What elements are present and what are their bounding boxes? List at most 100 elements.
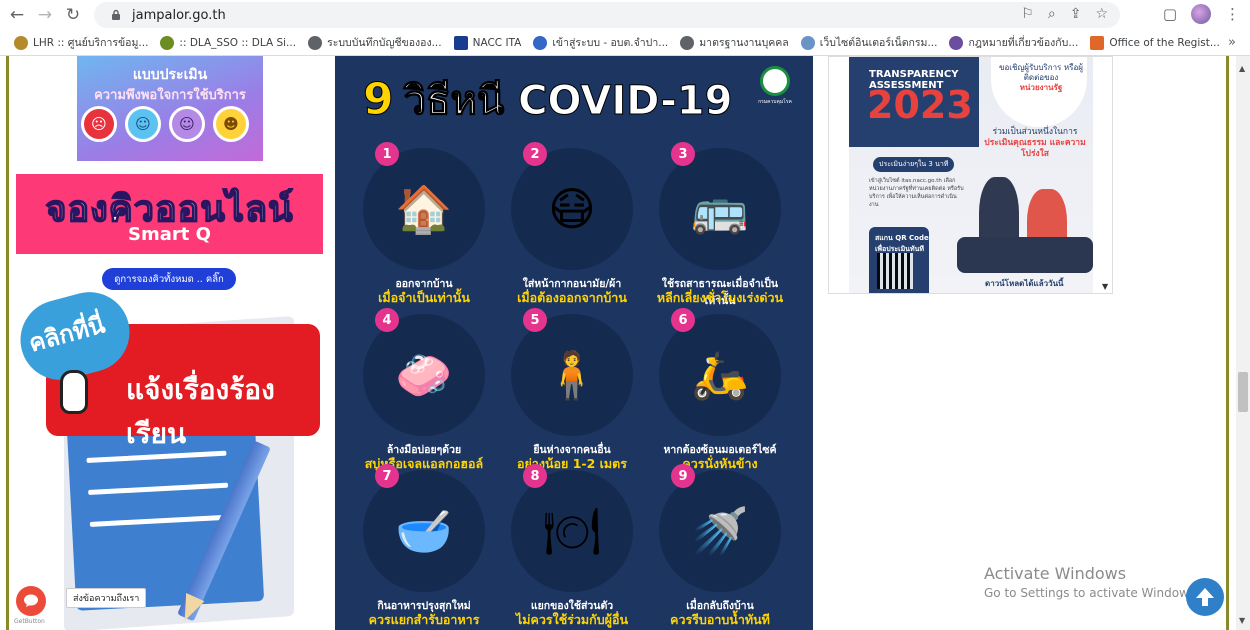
- covid-tip: 🧼 4 ล้างมือบ่อยๆด้วย สบู่หรือเจลแอลกอฮอล…: [351, 302, 497, 471]
- bookmark-item[interactable]: NACC ITA: [453, 35, 522, 50]
- forward-icon[interactable]: →: [34, 4, 56, 26]
- sidepanel-icon[interactable]: ▢: [1163, 5, 1177, 23]
- bowl-icon: 🥣: [363, 470, 485, 592]
- zoom-icon[interactable]: ⌕: [1048, 6, 1056, 22]
- ita-instructions: เข้าสู่เว็บไซต์ itas.nacc.go.th เลือกหน่…: [869, 178, 964, 208]
- bookmark-favicon-icon: [533, 35, 548, 50]
- bookmark-favicon-icon: [1090, 35, 1105, 50]
- bookmark-label: เข้าสู่ระบบ - อบต.จำปา...: [552, 37, 669, 49]
- ddc-logo: กรมควบคุมโรค: [755, 66, 795, 116]
- smile-face-icon: ☺: [169, 106, 205, 142]
- activate-windows-title: Activate Windows: [984, 564, 1127, 583]
- covid-tip: 🍽 8 แยกของใช้ส่วนตัว ไม่ควรใช้ร่วมกับผู้…: [499, 458, 645, 627]
- ita-dropdown-arrow-icon[interactable]: ▼: [1102, 282, 1108, 291]
- covid-tip: 😷 2 ใส่หน้ากากอนามัย/ผ้า เมื่อต้องออกจาก…: [499, 136, 645, 305]
- tip-number: 1: [375, 142, 399, 166]
- covid-tip: 🛵 6 หากต้องซ้อนมอเตอร์ไซค์ ควรนั่งหันข้า…: [647, 302, 793, 471]
- chat-button[interactable]: [16, 586, 46, 616]
- ddc-emblem-icon: [760, 66, 790, 96]
- shower-icon: 🚿: [659, 470, 781, 592]
- bookmark-item[interactable]: ระบบบันทึกบัญชีขององ...: [308, 34, 442, 51]
- address-bar[interactable]: jampalor.go.th ⚐ ⌕ ⇪ ☆: [94, 2, 1120, 28]
- scrollbar-thumb[interactable]: [1238, 372, 1248, 412]
- bookmark-label: กฎหมายที่เกี่ยวข้องกับ...: [968, 37, 1079, 49]
- happy-face-icon: ☻: [213, 106, 249, 142]
- bookmarks-bar: LHR :: ศูนย์บริการข้อมู... :: DLA_SSO ::…: [0, 30, 1250, 56]
- covid-poster: 9 วิธีหนี COVID-19 กรมควบคุมโรค 🏠 1 ออกจ…: [335, 56, 813, 630]
- bookmark-item[interactable]: LHR :: ศูนย์บริการข้อมู...: [14, 34, 148, 51]
- bookmark-item[interactable]: :: DLA_SSO :: DLA Si...: [160, 35, 297, 50]
- bookmark-item[interactable]: เข้าสู่ระบบ - อบต.จำปา...: [533, 34, 668, 51]
- chat-label[interactable]: ส่งข้อความถึงเรา: [66, 588, 147, 608]
- covid-tip: 🚌 3 ใช้รถสาธารณะเมื่อจำเป็นเท่านั้น หลีก…: [647, 136, 793, 307]
- complaint-banner[interactable]: แจ้งเรื่องร้องเรียน คลิกที่นี่: [11, 283, 330, 630]
- satisfaction-survey-banner[interactable]: แบบประเมิน ความพึงพอใจการใช้บริการ ☹ ☺ ☺…: [77, 56, 263, 161]
- page-viewport: แบบประเมิน ความพึงพอใจการใช้บริการ ☹ ☺ ☺…: [0, 56, 1250, 630]
- ita-download-text: ดาวน์โหลดได้แล้ววันนี้: [985, 279, 1064, 288]
- ita-poster: TRANSPARENCY ASSESSMENT 2023 ขอเชิญผู้รั…: [849, 57, 1093, 293]
- utensils-icon: 🍽: [511, 470, 633, 592]
- ita-join-text: ร่วมเป็นส่วนหนึ่งในการ: [992, 127, 1078, 137]
- bookmark-label: มาตรฐานงานบุคคล: [699, 37, 789, 49]
- scroll-up-arrow-icon[interactable]: ▲: [1239, 64, 1245, 73]
- bus-icon: 🚌: [659, 148, 781, 270]
- back-to-top-button[interactable]: [1186, 578, 1224, 616]
- smart-q-banner[interactable]: จองคิวออนไลน์ Smart Q: [16, 174, 323, 254]
- bookmark-label: ระบบบันทึกบัญชีขององ...: [327, 37, 442, 49]
- ita-invite-highlight: หน่วยงานรัฐ: [1019, 83, 1063, 92]
- page-scrollbar[interactable]: ▲ ▼: [1236, 56, 1250, 630]
- ita-year: 2023: [867, 83, 973, 127]
- survey-subtitle: ความพึงพอใจการใช้บริการ: [94, 88, 246, 103]
- ita-2023-panel[interactable]: TRANSPARENCY ASSESSMENT 2023 ขอเชิญผู้รั…: [828, 56, 1113, 294]
- url-text[interactable]: jampalor.go.th: [132, 8, 226, 23]
- person-distance-icon: 🧍: [511, 314, 633, 436]
- bookmark-label: :: DLA_SSO :: DLA Si...: [179, 36, 297, 49]
- bookmark-star-icon[interactable]: ☆: [1095, 6, 1108, 22]
- covid-tip: 🧍 5 ยืนห่างจากคนอื่น อย่างน้อย 1-2 เมตร: [499, 302, 645, 471]
- covid-tip: 🏠 1 ออกจากบ้าน เมื่อจำเป็นเท่านั้น: [351, 136, 497, 305]
- share-icon[interactable]: ⇪: [1070, 6, 1082, 22]
- back-icon[interactable]: ←: [6, 4, 28, 26]
- angry-face-icon: ☹: [81, 106, 117, 142]
- tip-number: 6: [671, 308, 695, 332]
- reload-icon[interactable]: ↻: [62, 4, 84, 26]
- bookmark-item[interactable]: เว็บไซต์อินเตอร์เน็ตกรม...: [800, 34, 937, 51]
- menu-kebab-icon[interactable]: ⋮: [1225, 5, 1240, 23]
- house-icon: 🏠: [363, 148, 485, 270]
- ita-join: ร่วมเป็นส่วนหนึ่งในการ ประเมินคุณธรรม แล…: [979, 127, 1091, 160]
- document-line: [89, 514, 230, 527]
- bookmark-favicon-icon: [949, 35, 964, 50]
- getbutton-credit[interactable]: GetButton: [14, 618, 45, 625]
- tip-number: 5: [523, 308, 547, 332]
- tip-line2: ควรรีบอาบน้ำทันที: [670, 612, 770, 627]
- browser-toolbar: ← → ↻ jampalor.go.th ⚐ ⌕ ⇪ ☆ ▢ ⋮: [0, 0, 1250, 30]
- bookmark-favicon-icon: [800, 35, 815, 50]
- page-border-left: [6, 56, 9, 630]
- scooter-icon: 🛵: [659, 314, 781, 436]
- poster-title: 9 วิธีหนี COVID-19: [363, 68, 733, 132]
- tip-line2: ไม่ควรใช้ร่วมกับผู้อื่น: [515, 612, 629, 627]
- ita-invite-text: ขอเชิญผู้รับบริการ หรือผู้ติดต่อของ: [999, 63, 1083, 82]
- survey-title: แบบประเมิน: [132, 67, 208, 83]
- complaint-label: แจ้งเรื่องร้องเรียน: [126, 373, 275, 450]
- bookmark-item[interactable]: มาตรฐานงานบุคคล: [680, 34, 789, 51]
- tip-number: 2: [523, 142, 547, 166]
- tip-line2: ควรแยกสำรับอาหาร: [368, 612, 480, 627]
- translate-icon[interactable]: ⚐: [1021, 6, 1034, 22]
- lock-icon[interactable]: [110, 9, 122, 21]
- ita-header: TRANSPARENCY ASSESSMENT 2023: [849, 57, 979, 147]
- tip-number: 9: [671, 464, 695, 488]
- view-all-queues-button[interactable]: ดูการจองคิวทั้งหมด .. คลิ๊ก: [102, 268, 236, 290]
- bookmarks-overflow-icon[interactable]: »: [1228, 35, 1236, 50]
- neutral-face-icon: ☺: [125, 106, 161, 142]
- globe-icon: [680, 35, 695, 50]
- bookmark-item[interactable]: Office of the Regist...: [1090, 35, 1220, 50]
- pointing-hand-icon: [60, 370, 88, 414]
- face-mask-icon: 😷: [511, 148, 633, 270]
- bookmark-favicon-icon: [453, 35, 468, 50]
- bookmark-item[interactable]: กฎหมายที่เกี่ยวข้องกับ...: [949, 34, 1078, 51]
- profile-avatar[interactable]: [1191, 4, 1211, 24]
- bookmark-label: NACC ITA: [472, 36, 522, 49]
- scroll-down-arrow-icon[interactable]: ▼: [1239, 616, 1245, 625]
- qr-code-icon: [877, 253, 913, 289]
